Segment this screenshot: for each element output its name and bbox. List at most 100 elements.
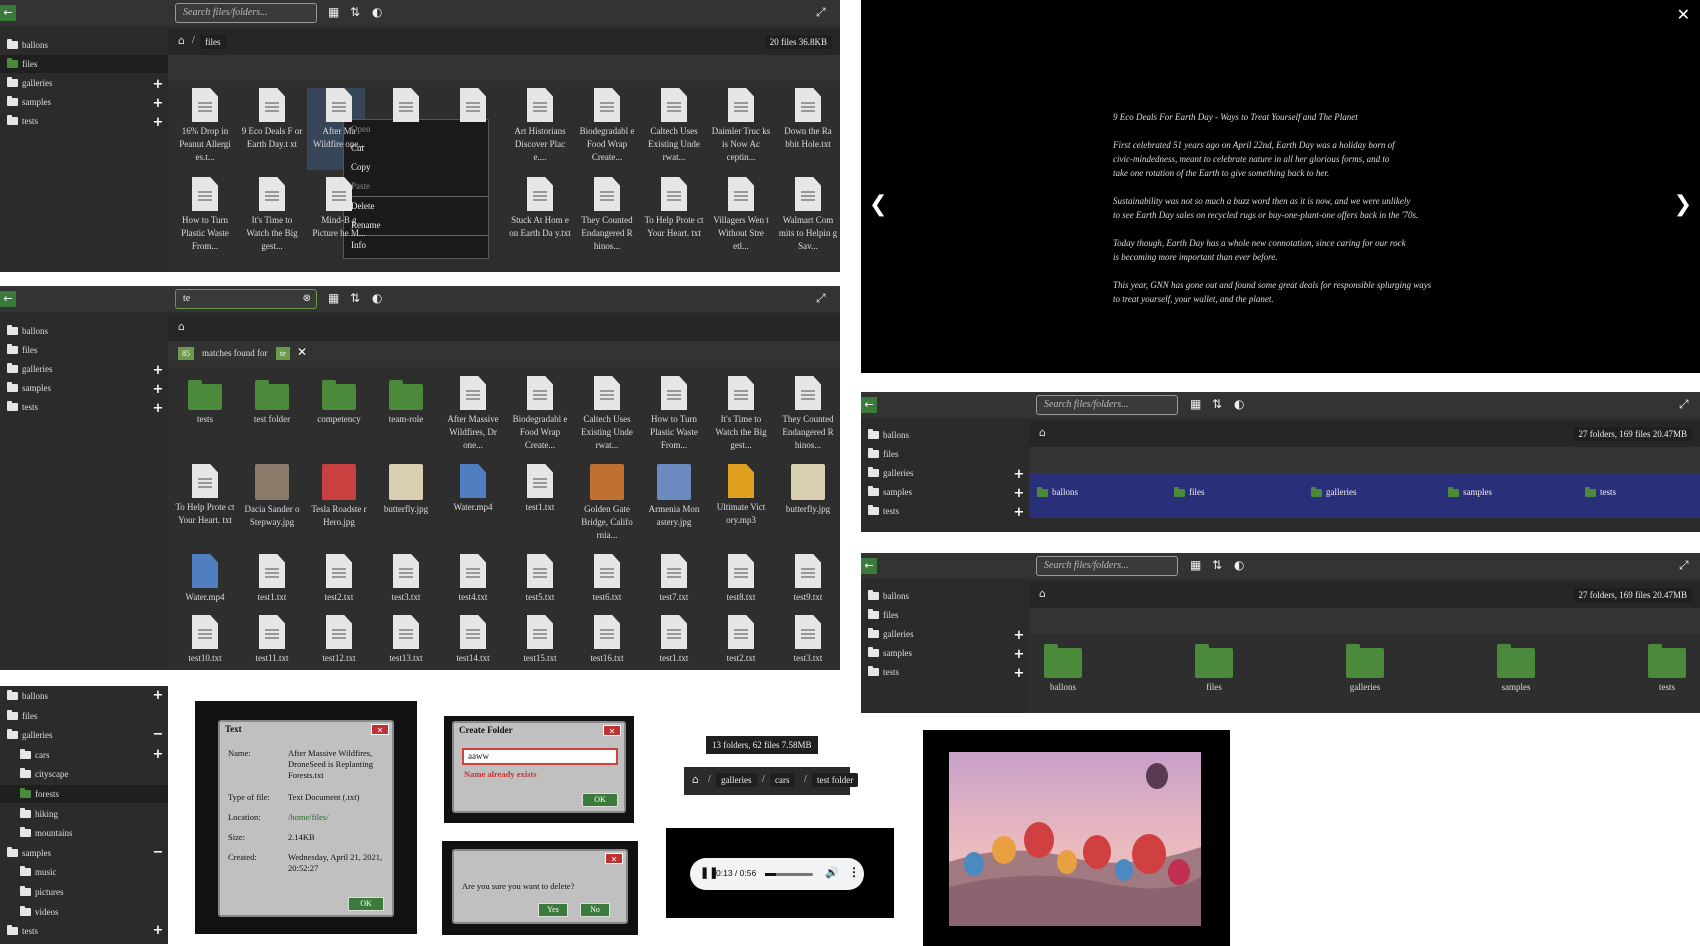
clear-results-icon[interactable]: ✕ [297, 345, 307, 359]
tree-item[interactable]: pictures [0, 883, 168, 901]
file-item[interactable]: After Ma Wildfire one... [308, 88, 370, 151]
fullscreen-icon[interactable]: ⤢ [816, 290, 826, 306]
file-item[interactable]: Caltech Uses Existing Unde rwat... [643, 88, 705, 164]
file-item[interactable]: test9.txt [777, 554, 839, 604]
theme-icon[interactable]: ◐ [372, 290, 382, 306]
file-item[interactable]: test14.txt [442, 615, 504, 665]
tree-item[interactable]: galleries [0, 726, 168, 744]
file-item[interactable]: test3.txt [375, 554, 437, 604]
expand-icon[interactable]: + [1012, 667, 1026, 681]
file-item[interactable]: Stuck At Hom e on Earth Da y.txt [509, 177, 571, 240]
grid-view-icon[interactable]: ▦ [1190, 396, 1201, 412]
file-item[interactable]: To Help Prote ct Your Heart. txt [643, 177, 705, 240]
clear-search-icon[interactable]: ⊗ [303, 293, 311, 304]
file-item[interactable]: test4.txt [442, 554, 504, 604]
home-icon[interactable]: ⌂ [1039, 587, 1046, 600]
file-item[interactable]: Mind-B g Picture he M... [308, 177, 370, 240]
theme-icon[interactable]: ◐ [1234, 396, 1244, 412]
expand-icon[interactable]: + [151, 97, 165, 111]
folder-list-item[interactable]: samples [1448, 486, 1492, 497]
file-item[interactable]: ballons [1032, 640, 1094, 694]
tree-item[interactable]: videos [0, 903, 168, 921]
file-item[interactable]: test6.txt [576, 554, 638, 604]
file-item[interactable]: galleries [1334, 640, 1396, 694]
tree-item[interactable]: cityscape [0, 765, 168, 783]
sidebar-item-files[interactable]: files [0, 341, 168, 359]
file-item[interactable]: test15.txt [509, 615, 571, 665]
file-item[interactable]: Biodegradabl e Food Wrap Create... [509, 376, 571, 452]
tree-item[interactable]: music [0, 863, 168, 881]
file-item[interactable]: It's Time to Watch the Big gest... [241, 177, 303, 253]
menu-item-copy[interactable]: Copy [344, 158, 488, 177]
previous-arrow-icon[interactable]: ❮ [869, 192, 887, 217]
folder-list-item[interactable]: ballons [1037, 486, 1078, 497]
expand-icon[interactable]: + [151, 78, 165, 92]
ok-button[interactable]: OK [348, 897, 384, 911]
grid-view-icon[interactable]: ▦ [328, 4, 339, 20]
sidebar-item-ballons[interactable]: ballons [0, 322, 168, 340]
sort-icon[interactable]: ⇅ [1212, 557, 1222, 573]
file-item[interactable]: Walmart Com mits to Helpin g Sav... [777, 177, 839, 253]
expand-icon[interactable]: + [1012, 506, 1026, 520]
search-input[interactable]: Search files/folders... [1036, 556, 1178, 576]
expand-icon[interactable]: + [1012, 468, 1026, 482]
file-item[interactable]: Caltech Uses Existing Unde rwat... [576, 376, 638, 452]
search-input[interactable]: Search files/folders... [175, 3, 317, 23]
expand-icon[interactable]: + [151, 116, 165, 130]
file-item[interactable]: Tesla Roadste r Hero.jpg [308, 464, 370, 529]
file-item[interactable]: butterfly.jpg [777, 464, 839, 516]
collapse-icon[interactable]: − [151, 845, 165, 860]
file-item[interactable]: tests [174, 376, 236, 426]
file-item[interactable] [442, 88, 504, 125]
yes-button[interactable]: Yes [538, 903, 568, 917]
sidebar-item-tests[interactable]: tests [861, 502, 1011, 520]
file-item[interactable]: Art Historians Discover Plac e.... [509, 88, 571, 164]
file-item[interactable]: test8.txt [710, 554, 772, 604]
file-item[interactable]: tests [1636, 640, 1698, 694]
file-item[interactable]: They Counted Endangered R hinos... [777, 376, 839, 452]
file-item[interactable]: test5.txt [509, 554, 571, 604]
home-icon[interactable]: ⌂ [1039, 426, 1046, 439]
no-button[interactable]: No [580, 903, 610, 917]
sidebar-item-ballons[interactable]: ballons [861, 587, 1029, 605]
close-icon[interactable]: ✕ [1677, 5, 1690, 24]
file-item[interactable]: Armenia Mon astery.jpg [643, 464, 705, 529]
file-item[interactable]: test7.txt [643, 554, 705, 604]
sort-icon[interactable]: ⇅ [350, 290, 360, 306]
sidebar-item-galleries[interactable]: galleries [861, 464, 1011, 482]
folder-list-item[interactable]: galleries [1311, 486, 1357, 497]
file-item[interactable]: samples [1485, 640, 1547, 694]
breadcrumb-segment[interactable]: galleries [716, 773, 757, 787]
grid-view-icon[interactable]: ▦ [328, 290, 339, 306]
next-arrow-icon[interactable]: ❯ [1674, 192, 1692, 217]
tree-item[interactable]: files [0, 707, 168, 725]
close-icon[interactable]: ✕ [605, 853, 623, 864]
file-item[interactable]: Biodegradabl e Food Wrap Create... [576, 88, 638, 164]
sort-icon[interactable]: ⇅ [1212, 396, 1222, 412]
file-item[interactable]: test11.txt [241, 615, 303, 665]
tree-item[interactable]: tests [0, 922, 168, 940]
home-icon[interactable]: ⌂ [692, 773, 699, 786]
file-item[interactable]: Ultimate Vict ory.mp3 [710, 464, 772, 527]
file-item[interactable]: Water.mp4 [442, 464, 504, 514]
expand-icon[interactable]: + [151, 689, 165, 703]
folder-list-item[interactable]: files [1174, 486, 1205, 497]
file-item[interactable]: test12.txt [308, 615, 370, 665]
sidebar-item-galleries[interactable]: galleries [861, 625, 1011, 643]
sidebar-item-files[interactable]: files [0, 55, 168, 73]
fullscreen-icon[interactable]: ⤢ [1679, 396, 1689, 412]
file-item[interactable]: test folder [241, 376, 303, 426]
expand-icon[interactable]: + [1012, 629, 1026, 643]
tree-item[interactable]: forests [0, 785, 168, 803]
back-icon[interactable]: ← [0, 5, 16, 21]
file-item[interactable]: test16.txt [576, 615, 638, 665]
tree-item[interactable]: hiking [0, 805, 168, 823]
grid-view-icon[interactable]: ▦ [1190, 557, 1201, 573]
info-value-link[interactable]: /home/files/ [288, 812, 329, 823]
close-icon[interactable]: ✕ [371, 724, 389, 735]
sidebar-item-ballons[interactable]: ballons [861, 426, 1029, 444]
file-item[interactable]: butterfly.jpg [375, 464, 437, 516]
file-item[interactable]: Daimler Truc ks is Now Ac ceptin... [710, 88, 772, 164]
tree-item[interactable]: ballons [0, 687, 168, 705]
volume-icon[interactable]: 🔊 [825, 866, 839, 879]
